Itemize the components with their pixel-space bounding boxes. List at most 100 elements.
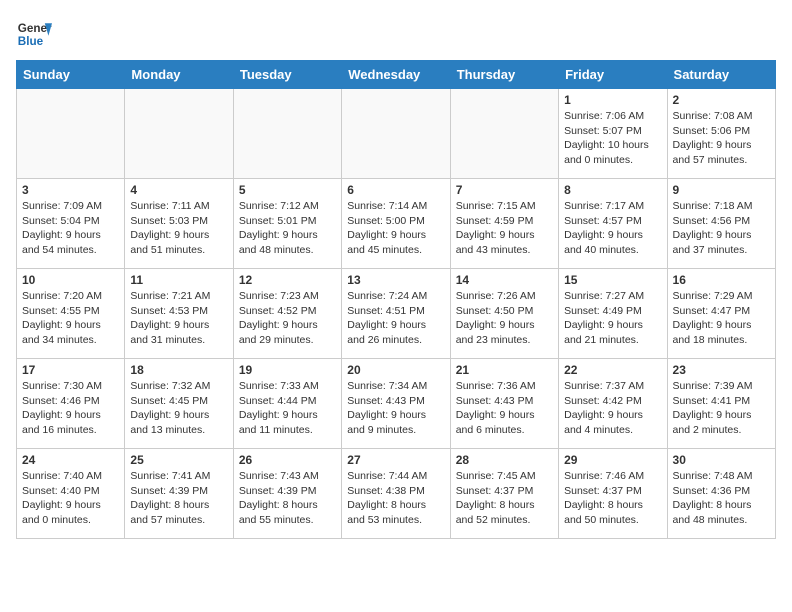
- calendar-cell: 21 Sunrise: 7:36 AM Sunset: 4:43 PM Dayli…: [450, 359, 558, 449]
- day-number: 14: [456, 273, 553, 287]
- calendar-cell: 23Sunrise: 7:39 AM Sunset: 4:41 PM Dayli…: [667, 359, 775, 449]
- day-number: 24: [22, 453, 119, 467]
- day-info: Sunrise: 7:21 AM Sunset: 4:53 PM Dayligh…: [130, 289, 227, 348]
- calendar-cell: 6Sunrise: 7:14 AM Sunset: 5:00 PM Daylig…: [342, 179, 450, 269]
- day-info: Sunrise: 7:18 AM Sunset: 4:56 PM Dayligh…: [673, 199, 770, 258]
- header-sunday: Sunday: [17, 61, 125, 89]
- calendar-cell: 12Sunrise: 7:23 AM Sunset: 4:52 PM Dayli…: [233, 269, 341, 359]
- header-monday: Monday: [125, 61, 233, 89]
- day-number: 19: [239, 363, 336, 377]
- day-number: 11: [130, 273, 227, 287]
- day-number: 4: [130, 183, 227, 197]
- calendar-cell: 22 Sunrise: 7:37 AM Sunset: 4:42 PM Dayli…: [559, 359, 667, 449]
- calendar-cell: 13 Sunrise: 7:24 AM Sunset: 4:51 PM Dayli…: [342, 269, 450, 359]
- day-number: 7: [456, 183, 553, 197]
- day-info: Sunrise: 7:15 AM Sunset: 4:59 PM Dayligh…: [456, 199, 553, 258]
- day-info: Sunrise: 7:34 AM Sunset: 4:43 PM Dayligh…: [347, 379, 444, 438]
- day-number: 3: [22, 183, 119, 197]
- header-friday: Friday: [559, 61, 667, 89]
- calendar-cell: 24 Sunrise: 7:40 AM Sunset: 4:40 PM Dayli…: [17, 449, 125, 539]
- calendar-cell: 30Sunrise: 7:48 AM Sunset: 4:36 PM Dayli…: [667, 449, 775, 539]
- calendar-cell: 15Sunrise: 7:27 AM Sunset: 4:49 PM Dayli…: [559, 269, 667, 359]
- day-info: Sunrise: 7:37 AM Sunset: 4:42 PM Dayligh…: [564, 379, 661, 438]
- day-info: Sunrise: 7:29 AM Sunset: 4:47 PM Dayligh…: [673, 289, 770, 348]
- day-info: Sunrise: 7:09 AM Sunset: 5:04 PM Dayligh…: [22, 199, 119, 258]
- day-number: 16: [673, 273, 770, 287]
- day-number: 1: [564, 93, 661, 107]
- calendar-cell: 3 Sunrise: 7:09 AM Sunset: 5:04 PM Daylig…: [17, 179, 125, 269]
- day-number: 13: [347, 273, 444, 287]
- day-info: Sunrise: 7:12 AM Sunset: 5:01 PM Dayligh…: [239, 199, 336, 258]
- logo: General Blue: [16, 16, 52, 52]
- calendar-cell: [342, 89, 450, 179]
- day-info: Sunrise: 7:20 AM Sunset: 4:55 PM Dayligh…: [22, 289, 119, 348]
- day-info: Sunrise: 7:24 AM Sunset: 4:51 PM Dayligh…: [347, 289, 444, 348]
- calendar-cell: 11 Sunrise: 7:21 AM Sunset: 4:53 PM Dayli…: [125, 269, 233, 359]
- logo-icon: General Blue: [16, 16, 52, 52]
- day-number: 6: [347, 183, 444, 197]
- day-info: Sunrise: 7:30 AM Sunset: 4:46 PM Dayligh…: [22, 379, 119, 438]
- header-thursday: Thursday: [450, 61, 558, 89]
- week-row-5: 24 Sunrise: 7:40 AM Sunset: 4:40 PM Dayli…: [17, 449, 776, 539]
- day-info: Sunrise: 7:39 AM Sunset: 4:41 PM Dayligh…: [673, 379, 770, 438]
- day-number: 5: [239, 183, 336, 197]
- day-number: 25: [130, 453, 227, 467]
- day-info: Sunrise: 7:45 AM Sunset: 4:37 PM Dayligh…: [456, 469, 553, 528]
- day-info: Sunrise: 7:36 AM Sunset: 4:43 PM Dayligh…: [456, 379, 553, 438]
- day-info: Sunrise: 7:46 AM Sunset: 4:37 PM Dayligh…: [564, 469, 661, 528]
- day-info: Sunrise: 7:33 AM Sunset: 4:44 PM Dayligh…: [239, 379, 336, 438]
- calendar-cell: 5 Sunrise: 7:12 AM Sunset: 5:01 PM Daylig…: [233, 179, 341, 269]
- calendar-cell: [125, 89, 233, 179]
- calendar-cell: 14Sunrise: 7:26 AM Sunset: 4:50 PM Dayli…: [450, 269, 558, 359]
- calendar-cell: 26 Sunrise: 7:43 AM Sunset: 4:39 PM Dayli…: [233, 449, 341, 539]
- day-number: 17: [22, 363, 119, 377]
- day-number: 29: [564, 453, 661, 467]
- day-number: 2: [673, 93, 770, 107]
- header-saturday: Saturday: [667, 61, 775, 89]
- header-wednesday: Wednesday: [342, 61, 450, 89]
- day-number: 10: [22, 273, 119, 287]
- calendar-cell: 7 Sunrise: 7:15 AM Sunset: 4:59 PM Daylig…: [450, 179, 558, 269]
- day-number: 26: [239, 453, 336, 467]
- day-number: 22: [564, 363, 661, 377]
- day-number: 20: [347, 363, 444, 377]
- day-info: Sunrise: 7:11 AM Sunset: 5:03 PM Dayligh…: [130, 199, 227, 258]
- day-info: Sunrise: 7:44 AM Sunset: 4:38 PM Dayligh…: [347, 469, 444, 528]
- calendar-cell: 1 Sunrise: 7:06 AM Sunset: 5:07 PM Daylig…: [559, 89, 667, 179]
- week-row-3: 10 Sunrise: 7:20 AM Sunset: 4:55 PM Dayli…: [17, 269, 776, 359]
- day-number: 27: [347, 453, 444, 467]
- day-number: 8: [564, 183, 661, 197]
- day-info: Sunrise: 7:48 AM Sunset: 4:36 PM Dayligh…: [673, 469, 770, 528]
- calendar-cell: [450, 89, 558, 179]
- calendar-cell: 19 Sunrise: 7:33 AM Sunset: 4:44 PM Dayli…: [233, 359, 341, 449]
- week-row-4: 17 Sunrise: 7:30 AM Sunset: 4:46 PM Dayli…: [17, 359, 776, 449]
- calendar-cell: [17, 89, 125, 179]
- calendar-cell: 27 Sunrise: 7:44 AM Sunset: 4:38 PM Dayli…: [342, 449, 450, 539]
- calendar-cell: 25Sunrise: 7:41 AM Sunset: 4:39 PM Dayli…: [125, 449, 233, 539]
- day-number: 28: [456, 453, 553, 467]
- calendar-cell: 9 Sunrise: 7:18 AM Sunset: 4:56 PM Daylig…: [667, 179, 775, 269]
- day-info: Sunrise: 7:06 AM Sunset: 5:07 PM Dayligh…: [564, 109, 661, 168]
- calendar-cell: 8 Sunrise: 7:17 AM Sunset: 4:57 PM Daylig…: [559, 179, 667, 269]
- day-info: Sunrise: 7:43 AM Sunset: 4:39 PM Dayligh…: [239, 469, 336, 528]
- calendar-cell: 2 Sunrise: 7:08 AM Sunset: 5:06 PM Daylig…: [667, 89, 775, 179]
- day-info: Sunrise: 7:08 AM Sunset: 5:06 PM Dayligh…: [673, 109, 770, 168]
- calendar-cell: 29 Sunrise: 7:46 AM Sunset: 4:37 PM Dayli…: [559, 449, 667, 539]
- calendar-cell: 17 Sunrise: 7:30 AM Sunset: 4:46 PM Dayli…: [17, 359, 125, 449]
- day-number: 9: [673, 183, 770, 197]
- day-info: Sunrise: 7:40 AM Sunset: 4:40 PM Dayligh…: [22, 469, 119, 528]
- calendar-header-row: SundayMondayTuesdayWednesdayThursdayFrid…: [17, 61, 776, 89]
- day-number: 18: [130, 363, 227, 377]
- day-number: 15: [564, 273, 661, 287]
- day-info: Sunrise: 7:17 AM Sunset: 4:57 PM Dayligh…: [564, 199, 661, 258]
- calendar-cell: 20 Sunrise: 7:34 AM Sunset: 4:43 PM Dayli…: [342, 359, 450, 449]
- week-row-1: 1 Sunrise: 7:06 AM Sunset: 5:07 PM Daylig…: [17, 89, 776, 179]
- calendar-cell: 18Sunrise: 7:32 AM Sunset: 4:45 PM Dayli…: [125, 359, 233, 449]
- calendar-cell: 16 Sunrise: 7:29 AM Sunset: 4:47 PM Dayli…: [667, 269, 775, 359]
- calendar-cell: [233, 89, 341, 179]
- calendar-cell: 10 Sunrise: 7:20 AM Sunset: 4:55 PM Dayli…: [17, 269, 125, 359]
- page-header: General Blue: [16, 16, 776, 52]
- week-row-2: 3 Sunrise: 7:09 AM Sunset: 5:04 PM Daylig…: [17, 179, 776, 269]
- day-number: 21: [456, 363, 553, 377]
- calendar-cell: 4 Sunrise: 7:11 AM Sunset: 5:03 PM Daylig…: [125, 179, 233, 269]
